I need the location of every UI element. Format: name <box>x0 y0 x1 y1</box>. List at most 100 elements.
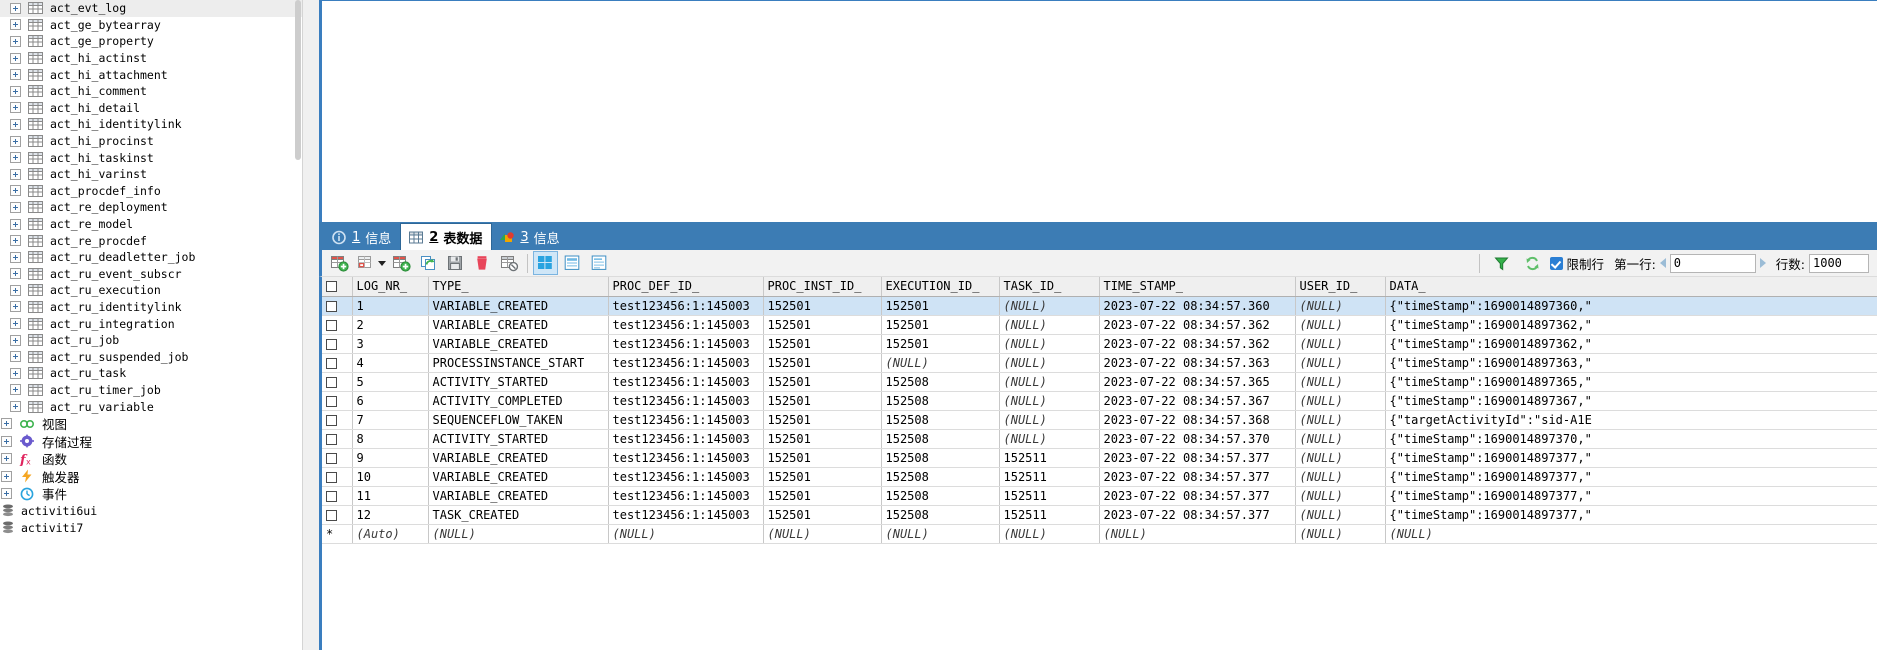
cell-DATA_[interactable]: {"timeStamp":1690014897363," <box>1385 353 1877 373</box>
tree-item-table-act_ru_job[interactable]: act_ru_job <box>0 332 303 349</box>
tree-item-trigger[interactable]: 触发器 <box>0 467 303 485</box>
cell-TYPE_[interactable]: ACTIVITY_COMPLETED <box>428 391 609 411</box>
cell-TIME_STAMP_[interactable]: 2023-07-22 08:34:57.365 <box>1099 372 1296 392</box>
row-checkbox-cell[interactable] <box>322 296 353 316</box>
cell-PROC_INST_ID_[interactable]: 152501 <box>763 467 882 487</box>
expand-icon[interactable] <box>10 102 21 114</box>
column-header-TIME_STAMP_[interactable]: TIME_STAMP_ <box>1099 277 1296 297</box>
table-row[interactable]: 5 ACTIVITY_STARTED test123456:1:145003 1525… <box>322 372 1877 392</box>
tree-item-table-act_procdef_info[interactable]: act_procdef_info <box>0 183 303 200</box>
new-cell-TYPE_[interactable]: (NULL) <box>428 524 609 544</box>
cell-TASK_ID_[interactable]: (NULL) <box>999 353 1100 373</box>
cell-EXECUTION_ID_[interactable]: 152508 <box>881 467 1000 487</box>
new-cell-EXECUTION_ID_[interactable]: (NULL) <box>881 524 1000 544</box>
expand-icon[interactable] <box>10 384 21 396</box>
cell-DATA_[interactable]: {"targetActivityId":"sid-A1E <box>1385 410 1877 430</box>
cell-TIME_STAMP_[interactable]: 2023-07-22 08:34:57.377 <box>1099 467 1296 487</box>
cell-PROC_DEF_ID_[interactable]: test123456:1:145003 <box>608 372 764 392</box>
cell-TIME_STAMP_[interactable]: 2023-07-22 08:34:57.370 <box>1099 429 1296 449</box>
column-header-PROC_INST_ID_[interactable]: PROC_INST_ID_ <box>763 277 882 297</box>
cell-LOG_NR_[interactable]: 5 <box>352 372 429 392</box>
expand-icon[interactable] <box>10 251 21 263</box>
cell-PROC_INST_ID_[interactable]: 152501 <box>763 296 882 316</box>
grid-view-button[interactable] <box>533 251 558 275</box>
row-checkbox-cell[interactable] <box>322 448 353 468</box>
cell-TASK_ID_[interactable]: 152511 <box>999 486 1100 506</box>
cell-LOG_NR_[interactable]: 8 <box>352 429 429 449</box>
checkbox-icon[interactable] <box>326 433 337 445</box>
chevron-down-icon[interactable] <box>378 260 386 266</box>
cell-LOG_NR_[interactable]: 10 <box>352 467 429 487</box>
expand-icon[interactable] <box>1 435 12 447</box>
new-row[interactable]: * (Auto) (NULL) (NULL) (NULL) (NULL) (NULL) (NU… <box>322 524 1877 544</box>
column-header-LOG_NR_[interactable]: LOG_NR_ <box>352 277 429 297</box>
tree-item-views[interactable]: 视图 <box>0 415 303 433</box>
cell-TYPE_[interactable]: VARIABLE_CREATED <box>428 467 609 487</box>
tree-item-table-act_ru_identitylink[interactable]: act_ru_identitylink <box>0 299 303 316</box>
tree-item-table-act_hi_attachment[interactable]: act_hi_attachment <box>0 66 303 83</box>
expand-icon[interactable] <box>10 334 21 346</box>
checkbox-icon[interactable] <box>326 357 337 369</box>
new-cell-PROC_DEF_ID_[interactable]: (NULL) <box>608 524 764 544</box>
first-row-decrement-icon[interactable] <box>1659 258 1666 268</box>
cell-USER_ID_[interactable]: (NULL) <box>1295 334 1386 354</box>
cell-TIME_STAMP_[interactable]: 2023-07-22 08:34:57.377 <box>1099 486 1296 506</box>
cell-DATA_[interactable]: {"timeStamp":1690014897377," <box>1385 505 1877 525</box>
expand-icon[interactable] <box>10 152 21 164</box>
first-row-input[interactable]: 0 <box>1669 253 1756 273</box>
refresh-record-button[interactable] <box>416 251 441 275</box>
table-row[interactable]: 3 VARIABLE_CREATED test123456:1:145003 1525… <box>322 334 1877 354</box>
select-all-header[interactable] <box>322 277 353 297</box>
cell-LOG_NR_[interactable]: 6 <box>352 391 429 411</box>
expand-icon[interactable] <box>10 284 21 296</box>
cell-TASK_ID_[interactable]: (NULL) <box>999 296 1100 316</box>
cell-EXECUTION_ID_[interactable]: 152508 <box>881 391 1000 411</box>
table-row[interactable]: 6 ACTIVITY_COMPLETED test123456:1:145003 15… <box>322 391 1877 411</box>
cell-LOG_NR_[interactable]: 1 <box>352 296 429 316</box>
tree-item-table-act_hi_varinst[interactable]: act_hi_varinst <box>0 166 303 183</box>
cell-EXECUTION_ID_[interactable]: 152508 <box>881 429 1000 449</box>
cell-PROC_DEF_ID_[interactable]: test123456:1:145003 <box>608 448 764 468</box>
cell-USER_ID_[interactable]: (NULL) <box>1295 486 1386 506</box>
cell-PROC_DEF_ID_[interactable]: test123456:1:145003 <box>608 429 764 449</box>
expand-icon[interactable] <box>1 488 12 500</box>
tree-item-table-act_hi_identitylink[interactable]: act_hi_identitylink <box>0 116 303 133</box>
tree-item-table-act_ru_event_subscr[interactable]: act_ru_event_subscr <box>0 266 303 283</box>
cell-TYPE_[interactable]: VARIABLE_CREATED <box>428 296 609 316</box>
cell-EXECUTION_ID_[interactable]: 152508 <box>881 372 1000 392</box>
row-checkbox-cell[interactable] <box>322 334 353 354</box>
tree-item-table-act_ru_deadletter_job[interactable]: act_ru_deadletter_job <box>0 249 303 266</box>
cell-PROC_DEF_ID_[interactable]: test123456:1:145003 <box>608 391 764 411</box>
cell-PROC_DEF_ID_[interactable]: test123456:1:145003 <box>608 353 764 373</box>
cell-USER_ID_[interactable]: (NULL) <box>1295 448 1386 468</box>
cell-USER_ID_[interactable]: (NULL) <box>1295 372 1386 392</box>
tree-item-table-act_hi_taskinst[interactable]: act_hi_taskinst <box>0 149 303 166</box>
row-checkbox-cell[interactable] <box>322 315 353 335</box>
row-count-input[interactable]: 1000 <box>1809 253 1869 273</box>
cell-TYPE_[interactable]: SEQUENCEFLOW_TAKEN <box>428 410 609 430</box>
cell-EXECUTION_ID_[interactable]: 152501 <box>881 296 1000 316</box>
expand-icon[interactable] <box>10 218 21 230</box>
cell-USER_ID_[interactable]: (NULL) <box>1295 391 1386 411</box>
table-row[interactable]: 1 VARIABLE_CREATED test123456:1:145003 1525… <box>322 296 1877 316</box>
table-row[interactable]: 11 VARIABLE_CREATED test123456:1:145003 152… <box>322 486 1877 506</box>
cell-LOG_NR_[interactable]: 4 <box>352 353 429 373</box>
expand-icon[interactable] <box>10 301 21 313</box>
cell-EXECUTION_ID_[interactable]: 152501 <box>881 334 1000 354</box>
cell-TASK_ID_[interactable]: 152511 <box>999 467 1100 487</box>
new-cell-PROC_INST_ID_[interactable]: (NULL) <box>763 524 882 544</box>
checkbox-icon[interactable] <box>326 414 337 426</box>
cell-PROC_DEF_ID_[interactable]: test123456:1:145003 <box>608 486 764 506</box>
cell-PROC_INST_ID_[interactable]: 152501 <box>763 391 882 411</box>
new-cell-USER_ID_[interactable]: (NULL) <box>1295 524 1386 544</box>
limit-rows-checkbox[interactable] <box>1549 256 1563 270</box>
text-view-button[interactable] <box>587 251 612 275</box>
checkbox-icon[interactable] <box>326 376 337 388</box>
cell-TYPE_[interactable]: VARIABLE_CREATED <box>428 486 609 506</box>
cell-TYPE_[interactable]: ACTIVITY_STARTED <box>428 372 609 392</box>
tree-item-table-act_ru_integration[interactable]: act_ru_integration <box>0 315 303 332</box>
table-row[interactable]: 2 VARIABLE_CREATED test123456:1:145003 1525… <box>322 315 1877 335</box>
table-row[interactable]: 8 ACTIVITY_STARTED test123456:1:145003 1525… <box>322 429 1877 449</box>
column-header-TYPE_[interactable]: TYPE_ <box>428 277 609 297</box>
cell-DATA_[interactable]: {"timeStamp":1690014897365," <box>1385 372 1877 392</box>
